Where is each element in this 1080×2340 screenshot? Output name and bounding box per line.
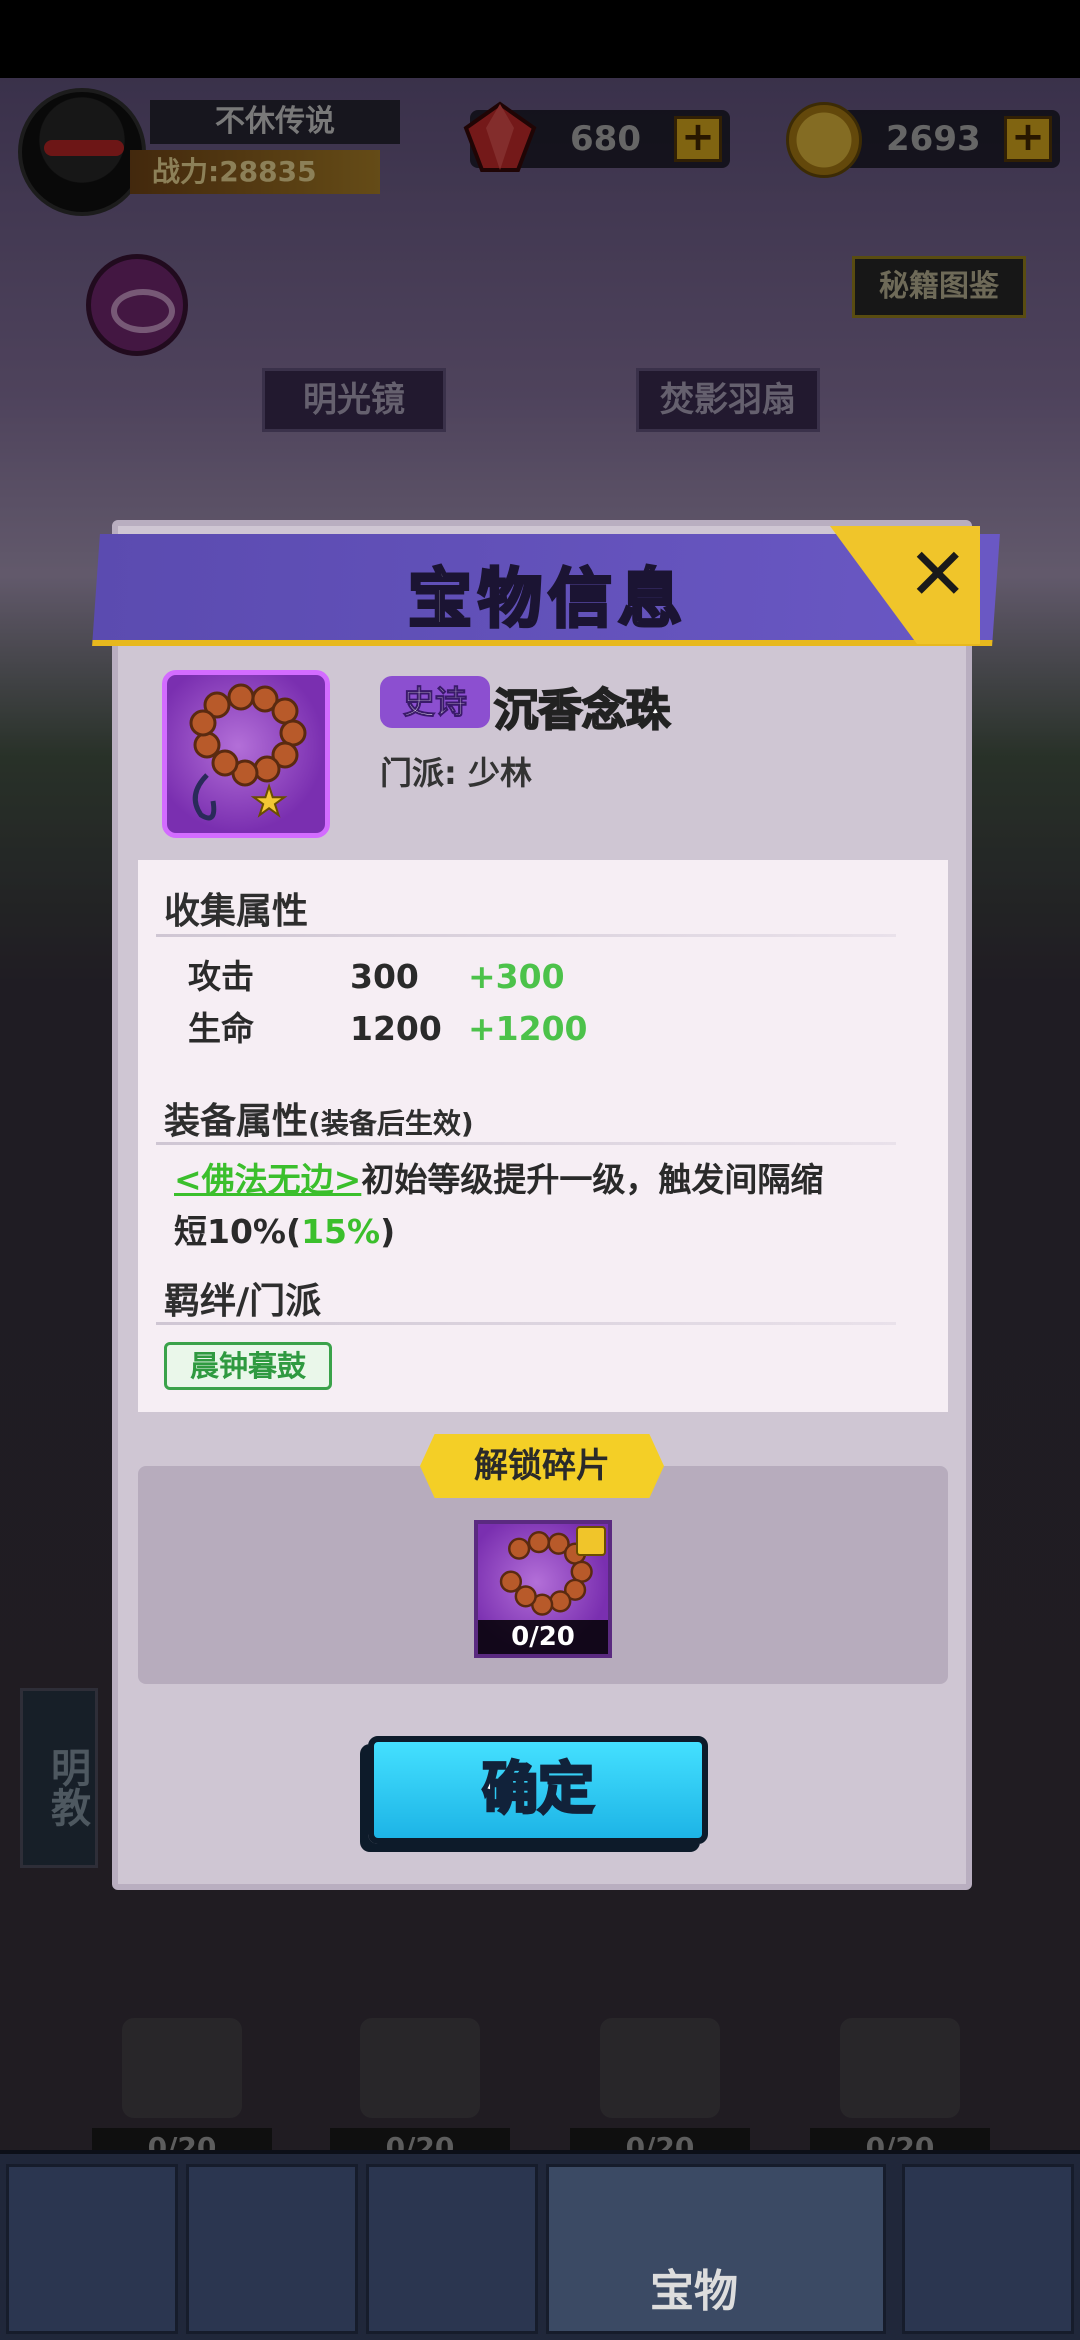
fragment-title: 解锁碎片 xyxy=(420,1434,664,1498)
equip-note: (装备后生效) xyxy=(308,1107,474,1140)
confirm-button[interactable]: 确定 xyxy=(368,1736,708,1844)
equip-text: 短10%( xyxy=(174,1212,302,1251)
bond-tag[interactable]: 晨钟暮鼓 xyxy=(164,1342,332,1390)
divider xyxy=(156,934,896,937)
attribute-panel[interactable]: 收集属性 攻击 300 +300 生命 1200 +1200 装备属性(装备后生效) <… xyxy=(138,860,948,1412)
item-sect: 门派: 少林 xyxy=(380,754,532,792)
stat-bonus: +300 xyxy=(468,957,565,996)
equip-title-text: 装备属性 xyxy=(164,1101,309,1142)
equip-description: <佛法无边>初始等级提升一级，触发间隔缩短10%(15%) xyxy=(174,1154,894,1258)
collection-attributes-title: 收集属性 xyxy=(164,891,309,932)
stat-bonus: +1200 xyxy=(468,1009,588,1048)
rarity-badge: 史诗 xyxy=(380,676,490,728)
fragment-icon[interactable]: 0/20 xyxy=(474,1520,612,1658)
divider xyxy=(156,1322,896,1325)
puzzle-piece-icon xyxy=(576,1526,606,1556)
divider xyxy=(156,1142,896,1145)
stat-name: 生命 xyxy=(188,1009,254,1048)
nav-tab-weapon[interactable] xyxy=(186,2164,358,2334)
treasure-icon: ★ xyxy=(162,670,330,838)
equip-text: 初始等级提升一级，触发间隔缩 xyxy=(361,1160,824,1199)
bond-sect-title: 羁绊/门派 xyxy=(164,1281,322,1322)
equip-attributes-title: 装备属性(装备后生效) xyxy=(164,1092,474,1144)
stat-value: 1200 xyxy=(350,1009,442,1048)
nav-tab-hero[interactable] xyxy=(6,2164,178,2334)
stat-row-hp: 生命 1200 +1200 xyxy=(188,1002,588,1050)
equip-text: ) xyxy=(380,1212,396,1251)
item-name: 沉香念珠 xyxy=(493,684,671,737)
equip-upgraded-value: 15% xyxy=(301,1212,381,1251)
fragment-count: 0/20 xyxy=(478,1620,608,1654)
equip-skill-name[interactable]: <佛法无边> xyxy=(174,1160,361,1199)
nav-tab-treasure-label: 宝物 xyxy=(650,2266,738,2317)
close-icon: ✕ xyxy=(907,532,968,616)
nav-tab-sect[interactable] xyxy=(902,2164,1074,2334)
stat-row-attack: 攻击 300 +300 xyxy=(188,950,565,998)
star-icon: ★ xyxy=(250,778,288,826)
treasure-info-dialog: 宝物信息 ✕ ★ 史诗 沉香念珠 门派: 少林 收集属性 攻击 300 +300 生… xyxy=(92,520,1000,1890)
nav-tab-battle[interactable] xyxy=(366,2164,538,2334)
dialog-title: 宝物信息 xyxy=(407,562,688,639)
bottom-nav xyxy=(0,2150,1080,2340)
stat-name: 攻击 xyxy=(188,957,254,996)
prayer-beads-icon xyxy=(189,683,307,821)
stat-value: 300 xyxy=(350,957,419,996)
